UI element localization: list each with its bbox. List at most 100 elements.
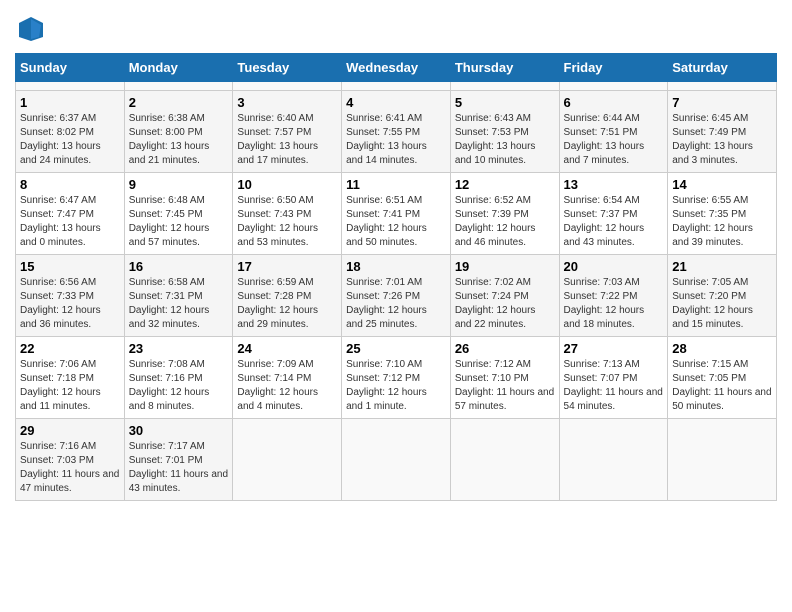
day-info: Sunrise: 7:10 AMSunset: 7:12 PMDaylight:… (346, 358, 446, 414)
calendar-cell: 12 Sunrise: 6:52 AMSunset: 7:39 PMDayligh… (450, 173, 559, 255)
calendar-cell: 5 Sunrise: 6:43 AMSunset: 7:53 PMDaylight… (450, 91, 559, 173)
day-header-wednesday: Wednesday (342, 54, 451, 82)
calendar-cell: 25Sunrise: 7:10 AMSunset: 7:12 PMDayligh… (342, 337, 451, 419)
calendar-cell: 19 Sunrise: 7:02 AMSunset: 7:24 PMDayligh… (450, 255, 559, 337)
calendar-cell: 9 Sunrise: 6:48 AMSunset: 7:45 PMDaylight… (124, 173, 233, 255)
calendar-cell: 16 Sunrise: 6:58 AMSunset: 7:31 PMDayligh… (124, 255, 233, 337)
day-number: 3 (237, 95, 337, 110)
day-number: 15 (20, 259, 120, 274)
day-info: Sunrise: 6:45 AMSunset: 7:49 PMDaylight:… (672, 112, 772, 168)
day-info: Sunrise: 6:56 AMSunset: 7:33 PMDaylight:… (20, 276, 120, 332)
calendar-cell (124, 82, 233, 91)
day-info: Sunrise: 7:08 AMSunset: 7:16 PMDaylight:… (129, 358, 229, 414)
calendar-cell (668, 419, 777, 501)
calendar-week-0 (16, 82, 777, 91)
calendar-cell: 28 Sunrise: 7:15 AMSunset: 7:05 PMDayligh… (668, 337, 777, 419)
day-info: Sunrise: 7:06 AMSunset: 7:18 PMDaylight:… (20, 358, 120, 414)
calendar-cell: 1Sunrise: 6:37 AMSunset: 8:02 PMDaylight… (16, 91, 125, 173)
logo (15, 15, 47, 43)
calendar-cell (342, 419, 451, 501)
day-info: Sunrise: 7:03 AMSunset: 7:22 PMDaylight:… (564, 276, 664, 332)
day-info: Sunrise: 7:05 AMSunset: 7:20 PMDaylight:… (672, 276, 772, 332)
day-info: Sunrise: 6:59 AMSunset: 7:28 PMDaylight:… (237, 276, 337, 332)
calendar-cell: 13 Sunrise: 6:54 AMSunset: 7:37 PMDayligh… (559, 173, 668, 255)
day-number: 12 (455, 177, 555, 192)
page-header (15, 15, 777, 43)
day-number: 20 (564, 259, 664, 274)
calendar-cell (559, 419, 668, 501)
day-number: 29 (20, 423, 120, 438)
calendar-cell: 14Sunrise: 6:55 AMSunset: 7:35 PMDayligh… (668, 173, 777, 255)
calendar-cell: 18Sunrise: 7:01 AMSunset: 7:26 PMDayligh… (342, 255, 451, 337)
day-number: 9 (129, 177, 229, 192)
calendar-cell: 8Sunrise: 6:47 AMSunset: 7:47 PMDaylight… (16, 173, 125, 255)
calendar-cell (233, 419, 342, 501)
day-number: 14 (672, 177, 772, 192)
day-info: Sunrise: 6:48 AMSunset: 7:45 PMDaylight:… (129, 194, 229, 250)
day-number: 23 (129, 341, 229, 356)
calendar-week-2: 8Sunrise: 6:47 AMSunset: 7:47 PMDaylight… (16, 173, 777, 255)
calendar-week-5: 29 Sunrise: 7:16 AMSunset: 7:03 PMDayligh… (16, 419, 777, 501)
calendar-cell (16, 82, 125, 91)
calendar-cell (668, 82, 777, 91)
day-info: Sunrise: 6:52 AMSunset: 7:39 PMDaylight:… (455, 194, 555, 250)
day-header-saturday: Saturday (668, 54, 777, 82)
day-info: Sunrise: 7:09 AMSunset: 7:14 PMDaylight:… (237, 358, 337, 414)
day-info: Sunrise: 7:17 AMSunset: 7:01 PMDaylight:… (129, 440, 229, 496)
calendar-cell (559, 82, 668, 91)
day-number: 13 (564, 177, 664, 192)
day-info: Sunrise: 6:43 AMSunset: 7:53 PMDaylight:… (455, 112, 555, 168)
day-info: Sunrise: 7:15 AMSunset: 7:05 PMDaylight:… (672, 358, 772, 414)
day-number: 1 (20, 95, 120, 110)
day-header-thursday: Thursday (450, 54, 559, 82)
day-number: 26 (455, 341, 555, 356)
calendar-cell: 10 Sunrise: 6:50 AMSunset: 7:43 PMDayligh… (233, 173, 342, 255)
day-header-friday: Friday (559, 54, 668, 82)
day-number: 4 (346, 95, 446, 110)
day-number: 8 (20, 177, 120, 192)
day-number: 17 (237, 259, 337, 274)
calendar-header-row: SundayMondayTuesdayWednesdayThursdayFrid… (16, 54, 777, 82)
day-info: Sunrise: 7:16 AMSunset: 7:03 PMDaylight:… (20, 440, 120, 496)
calendar-cell: 4 Sunrise: 6:41 AMSunset: 7:55 PMDaylight… (342, 91, 451, 173)
day-number: 22 (20, 341, 120, 356)
calendar-cell (233, 82, 342, 91)
day-number: 6 (564, 95, 664, 110)
day-info: Sunrise: 6:40 AMSunset: 7:57 PMDaylight:… (237, 112, 337, 168)
calendar-cell: 23 Sunrise: 7:08 AMSunset: 7:16 PMDayligh… (124, 337, 233, 419)
day-number: 5 (455, 95, 555, 110)
calendar-cell: 30 Sunrise: 7:17 AMSunset: 7:01 PMDayligh… (124, 419, 233, 501)
day-number: 2 (129, 95, 229, 110)
day-info: Sunrise: 7:01 AMSunset: 7:26 PMDaylight:… (346, 276, 446, 332)
calendar-cell (342, 82, 451, 91)
day-info: Sunrise: 6:38 AMSunset: 8:00 PMDaylight:… (129, 112, 229, 168)
day-info: Sunrise: 6:58 AMSunset: 7:31 PMDaylight:… (129, 276, 229, 332)
calendar-cell: 7Sunrise: 6:45 AMSunset: 7:49 PMDaylight… (668, 91, 777, 173)
day-header-tuesday: Tuesday (233, 54, 342, 82)
logo-icon (17, 15, 45, 43)
day-number: 24 (237, 341, 337, 356)
calendar-week-3: 15 Sunrise: 6:56 AMSunset: 7:33 PMDayligh… (16, 255, 777, 337)
calendar-cell: 15 Sunrise: 6:56 AMSunset: 7:33 PMDayligh… (16, 255, 125, 337)
day-header-sunday: Sunday (16, 54, 125, 82)
day-info: Sunrise: 7:13 AMSunset: 7:07 PMDaylight:… (564, 358, 664, 414)
calendar-week-1: 1Sunrise: 6:37 AMSunset: 8:02 PMDaylight… (16, 91, 777, 173)
day-number: 28 (672, 341, 772, 356)
day-info: Sunrise: 6:51 AMSunset: 7:41 PMDaylight:… (346, 194, 446, 250)
day-number: 16 (129, 259, 229, 274)
day-info: Sunrise: 7:02 AMSunset: 7:24 PMDaylight:… (455, 276, 555, 332)
day-info: Sunrise: 6:41 AMSunset: 7:55 PMDaylight:… (346, 112, 446, 168)
day-info: Sunrise: 6:54 AMSunset: 7:37 PMDaylight:… (564, 194, 664, 250)
calendar-cell: 17 Sunrise: 6:59 AMSunset: 7:28 PMDayligh… (233, 255, 342, 337)
day-info: Sunrise: 6:50 AMSunset: 7:43 PMDaylight:… (237, 194, 337, 250)
calendar-table: SundayMondayTuesdayWednesdayThursdayFrid… (15, 53, 777, 501)
day-number: 30 (129, 423, 229, 438)
day-header-monday: Monday (124, 54, 233, 82)
calendar-cell: 22 Sunrise: 7:06 AMSunset: 7:18 PMDayligh… (16, 337, 125, 419)
day-number: 21 (672, 259, 772, 274)
calendar-cell: 11Sunrise: 6:51 AMSunset: 7:41 PMDayligh… (342, 173, 451, 255)
calendar-cell: 6Sunrise: 6:44 AMSunset: 7:51 PMDaylight… (559, 91, 668, 173)
day-number: 10 (237, 177, 337, 192)
day-number: 19 (455, 259, 555, 274)
calendar-cell: 20 Sunrise: 7:03 AMSunset: 7:22 PMDayligh… (559, 255, 668, 337)
